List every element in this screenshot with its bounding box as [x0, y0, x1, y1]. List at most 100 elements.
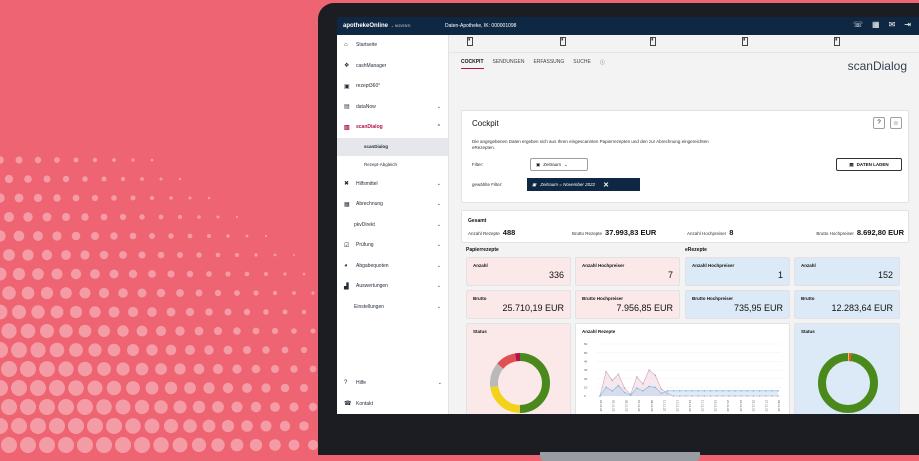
sidebar-item-label: rezept360° — [356, 83, 381, 90]
sidebar-item-cashmanager[interactable]: ❖ cashManager — [337, 56, 448, 77]
bookmark-icon[interactable]: ▘ — [467, 37, 473, 46]
halftone-dot — [98, 325, 110, 337]
sidebar-item-pr-fung[interactable]: ☑ Prüfung ⌄ — [337, 235, 448, 256]
sidebar-item-abrechnung[interactable]: ▦ Abrechnung ⌄ — [337, 194, 448, 215]
help-icon[interactable]: ? — [873, 117, 885, 129]
erezept-series-point — [636, 387, 638, 389]
halftone-dot — [290, 365, 298, 373]
halftone-dot — [14, 193, 24, 203]
grid-icon[interactable]: ▦ — [872, 20, 880, 30]
halftone-dot — [11, 418, 27, 434]
sidebar-item-einstellungen[interactable]: Einstellungen ⌄ — [337, 297, 448, 318]
logout-icon[interactable]: ⇥ — [904, 20, 911, 30]
tab-bar: COCKPIT SENDUNGEN ERFASSUNG SUCHE ⓘ — [461, 59, 605, 69]
x-tick-label: 23.11.22 — [739, 400, 743, 412]
papier-series-point — [636, 376, 638, 378]
halftone-dot — [92, 157, 98, 163]
halftone-dot — [13, 230, 25, 242]
tab-sendungen[interactable]: SENDUNGEN — [493, 59, 525, 69]
load-data-button[interactable]: ▤ DATEN LADEN — [836, 158, 902, 171]
gesamt-card: Gesamt Anzahl Rezepte 488 Brutto Rezepte 3… — [461, 210, 909, 243]
sidebar-item-pkvdirekt[interactable]: pkvDirekt ⌄ — [337, 215, 448, 236]
papier-series-point — [611, 379, 614, 382]
halftone-dot — [60, 287, 72, 299]
erezept-series-point — [734, 390, 736, 392]
halftone-dot — [271, 365, 279, 373]
halftone-dot — [195, 289, 203, 297]
sidebar-sub-rezept-abgleich[interactable]: Rezept-Abgleich — [337, 156, 448, 174]
sidebar: ⌂ Startseite ❖ cashManager ▣ rezept360° ▤ dataN… — [337, 35, 449, 414]
y-tick-label: 30 — [584, 368, 588, 372]
halftone-dot — [172, 437, 188, 453]
halftone-dot — [126, 381, 140, 395]
papier-status-donut — [490, 353, 550, 413]
halftone-dot — [174, 363, 186, 375]
bookmark-icon[interactable]: ▘ — [650, 37, 656, 46]
halftone-dot — [20, 361, 36, 377]
halftone-dot — [183, 419, 197, 433]
sidebar-item-startseite[interactable]: ⌂ Startseite — [337, 35, 448, 56]
sidebar-item-auswertungen[interactable]: ▟ Auswertungen ⌄ — [337, 276, 448, 297]
bookmark-icon[interactable]: ▘ — [834, 37, 840, 46]
sidebar-item-rezept360-[interactable]: ▣ rezept360° — [337, 76, 448, 97]
prescription-icon: ▣ — [344, 83, 350, 90]
erezept-series-point — [672, 390, 675, 392]
halftone-dot — [15, 156, 23, 164]
halftone-dot — [115, 399, 131, 415]
tab-erfassung[interactable]: ERFASSUNG — [533, 59, 564, 69]
bookmark-icon[interactable]: ▘ — [560, 37, 566, 46]
cockpit-title: Cockpit — [472, 119, 499, 128]
halftone-dot — [216, 215, 220, 219]
erezept-series-point — [777, 390, 779, 392]
star-icon[interactable]: ☆ — [890, 117, 902, 129]
halftone-dot — [1, 437, 17, 453]
sidebar-item-kontakt[interactable]: ☎ Kontakt — [337, 394, 449, 415]
halftone-dot — [233, 327, 241, 335]
halftone-dot — [0, 380, 8, 396]
halftone-dot — [112, 158, 116, 162]
halftone-dot — [100, 213, 108, 221]
tab-suche[interactable]: SUCHE — [573, 59, 591, 69]
tab-cockpit[interactable]: COCKPIT — [461, 59, 484, 69]
x-tick-label: 15.11.22 — [688, 400, 692, 412]
papier-series-point — [648, 369, 650, 371]
tile-value: 735,95 EUR — [733, 303, 783, 313]
active-filter-chip[interactable]: ▣ Zeitraum = November 2022 ✕ — [527, 178, 640, 191]
chat-icon[interactable]: ☏ — [853, 20, 863, 30]
halftone-dot — [261, 383, 271, 393]
sidebar-item-label: dataNow — [356, 103, 376, 110]
x-tick-label: 25.11.22 — [752, 400, 756, 412]
halftone-dot — [96, 437, 112, 453]
halftone-dot — [177, 214, 183, 220]
halftone-dot — [40, 324, 54, 338]
halftone-dot — [155, 363, 167, 375]
sidebar-item-hilfsmittel[interactable]: ✖ Hilfsmittel ⌄ — [337, 174, 448, 195]
mail-icon[interactable]: ✉ — [889, 20, 896, 30]
erezept-series-point — [703, 390, 706, 392]
sidebar-item-scandialog[interactable]: ▥ scanDialog ⌃ — [337, 117, 448, 138]
brand-logo[interactable]: apothekeOnline ⌄ NOVENTI — [337, 23, 440, 29]
sidebar-sub-scandialog[interactable]: scanDialog — [337, 137, 448, 156]
halftone-dot — [299, 421, 309, 431]
halftone-dot — [0, 230, 6, 242]
bookmark-icon[interactable]: ▘ — [742, 37, 748, 46]
erezept-series-point — [623, 391, 626, 394]
halftone-dot — [159, 177, 163, 181]
halftone-dot — [301, 309, 307, 315]
filter-select[interactable]: ▣ Zeitraum ⌄ — [530, 158, 588, 171]
halftone-dot — [283, 272, 287, 276]
sidebar-item-hilfe[interactable]: ? Hilfe ⌄ — [337, 373, 449, 394]
x-tick-label: 01.11.22 — [599, 400, 603, 412]
close-icon[interactable]: ✕ — [603, 181, 609, 189]
sidebar-item-abgabequoten[interactable]: ◕ Abgabequoten ⌄ — [337, 256, 448, 277]
halftone-dot — [22, 249, 34, 261]
sidebar-item-datanow[interactable]: ▤ dataNow ⌄ — [337, 97, 448, 118]
y-tick-label: 40 — [584, 360, 588, 364]
info-icon[interactable]: ⓘ — [600, 59, 605, 69]
erezept-brutto-tile: Brutto 12.283,64 EUR — [794, 290, 900, 319]
halftone-dot — [310, 328, 316, 334]
halftone-dot — [291, 328, 297, 334]
y-tick-label: 20 — [584, 377, 588, 381]
halftone-dot — [4, 212, 14, 222]
halftone-dot — [0, 304, 8, 320]
